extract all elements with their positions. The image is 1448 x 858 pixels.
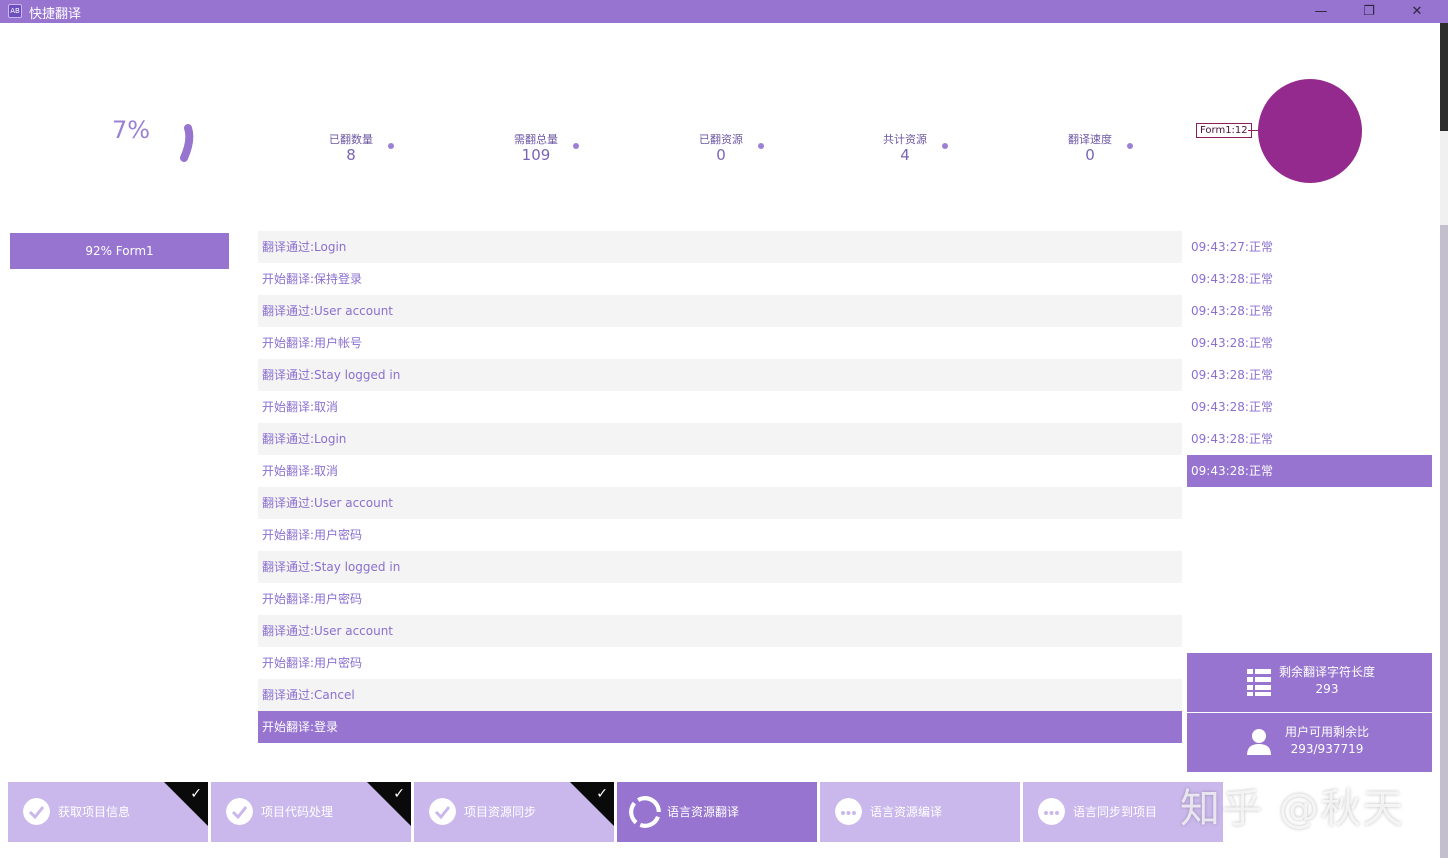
close-button[interactable]: ✕ — [1394, 0, 1440, 23]
stat-translated-count: 已翻数量 8 — [311, 131, 391, 164]
step-label: 语言资源翻译 — [667, 805, 740, 819]
stat-translated-resources: 已翻资源 0 — [681, 131, 761, 164]
step-label: 语言同步到项目 — [1073, 805, 1158, 819]
user-icon — [1247, 729, 1271, 755]
vertical-scrollbar[interactable] — [1440, 23, 1448, 858]
form-tag: Form1:12 — [1196, 123, 1252, 138]
progress-arc — [180, 124, 194, 162]
log-row[interactable]: 开始翻译:用户密码 — [258, 647, 1182, 679]
check-circle-icon — [226, 798, 253, 825]
progress-percent: 7% — [112, 116, 151, 144]
log-row[interactable]: 开始翻译:用户帐号 — [258, 327, 1182, 359]
stat-value: 0 — [716, 146, 726, 164]
step-label: 项目资源同步 — [464, 805, 537, 819]
log-row[interactable]: 翻译通过:Stay logged in — [258, 359, 1182, 391]
restore-button[interactable]: ❐ — [1346, 0, 1392, 23]
stat-dot — [942, 143, 948, 149]
stat-dot — [573, 143, 579, 149]
stat-value: 8 — [346, 146, 356, 164]
time-row[interactable]: 09:43:28:正常 — [1187, 327, 1432, 359]
log-row[interactable]: 开始翻译:取消 — [258, 455, 1182, 487]
log-row[interactable]: 翻译通过:Cancel — [258, 679, 1182, 711]
step-resource-sync[interactable]: 项目资源同步 ✓ — [414, 782, 614, 842]
log-row[interactable]: 翻译通过:Stay logged in — [258, 551, 1182, 583]
stat-total-resources: 共计资源 4 — [865, 131, 945, 164]
more-icon — [835, 798, 862, 825]
step-label: 获取项目信息 — [58, 805, 131, 819]
log-row[interactable]: 翻译通过:Login — [258, 231, 1182, 263]
app-icon: AB — [8, 4, 22, 18]
watermark: 知乎 @秋天 — [1180, 786, 1405, 832]
check-circle-icon — [23, 798, 50, 825]
card-title: 剩余翻译字符长度 — [1278, 665, 1375, 679]
log-row-selected[interactable]: 开始翻译:登录 — [258, 711, 1182, 743]
title-bar: AB 快捷翻译 — ❐ ✕ — [0, 0, 1448, 23]
time-row[interactable]: 09:43:28:正常 — [1187, 263, 1432, 295]
step-label: 语言资源编译 — [870, 805, 943, 819]
stat-total-needed: 需翻总量 109 — [496, 131, 576, 164]
stat-dot — [758, 143, 764, 149]
spinner-icon — [629, 796, 661, 828]
more-icon — [1038, 798, 1065, 825]
step-resource-translate[interactable]: 语言资源翻译 — [617, 782, 817, 842]
time-row[interactable]: 09:43:27:正常 — [1187, 231, 1432, 263]
scrollbar-thumb[interactable] — [1440, 23, 1448, 131]
stat-value: 4 — [900, 146, 910, 164]
stat-label: 共计资源 — [883, 133, 927, 146]
log-row[interactable]: 翻译通过:User account — [258, 615, 1182, 647]
stat-label: 需翻总量 — [514, 133, 558, 146]
card-title: 用户可用剩余比 — [1284, 725, 1369, 739]
card-value: 293/937719 — [1290, 742, 1364, 756]
check-icon: ✓ — [393, 786, 405, 802]
log-row[interactable]: 翻译通过:User account — [258, 295, 1182, 327]
stat-label: 已翻资源 — [699, 133, 743, 146]
log-row[interactable]: 翻译通过:Login — [258, 423, 1182, 455]
translation-log[interactable]: 翻译通过:Login 开始翻译:保持登录 翻译通过:User account 开… — [258, 231, 1182, 743]
stat-value: 109 — [521, 146, 551, 164]
status-time-list[interactable]: 09:43:27:正常 09:43:28:正常 09:43:28:正常 09:4… — [1187, 231, 1432, 487]
log-row[interactable]: 开始翻译:保持登录 — [258, 263, 1182, 295]
status-circle — [1258, 79, 1362, 183]
stat-translation-speed: 翻译速度 0 — [1050, 131, 1130, 164]
stat-label: 已翻数量 — [329, 133, 373, 146]
card-value: 293 — [1315, 682, 1339, 696]
window-title: 快捷翻译 — [29, 7, 82, 22]
time-row-selected[interactable]: 09:43:28:正常 — [1187, 455, 1432, 487]
stat-value: 0 — [1085, 146, 1095, 164]
time-row[interactable]: 09:43:28:正常 — [1187, 359, 1432, 391]
step-resource-compile[interactable]: 语言资源编译 — [820, 782, 1020, 842]
step-project-code[interactable]: 项目代码处理 ✓ — [211, 782, 411, 842]
time-row[interactable]: 09:43:28:正常 — [1187, 295, 1432, 327]
form-progress-box: 92% Form1 — [10, 233, 229, 269]
step-label: 项目代码处理 — [261, 805, 334, 819]
check-icon: ✓ — [190, 786, 202, 802]
log-row[interactable]: 开始翻译:取消 — [258, 391, 1182, 423]
list-icon — [1247, 669, 1271, 696]
user-ratio-card: 用户可用剩余比 293/937719 — [1187, 713, 1432, 772]
stat-label: 翻译速度 — [1068, 133, 1112, 146]
check-icon: ✓ — [596, 786, 608, 802]
minimize-button[interactable]: — — [1298, 0, 1344, 23]
log-row[interactable]: 开始翻译:用户密码 — [258, 519, 1182, 551]
log-row[interactable]: 开始翻译:用户密码 — [258, 583, 1182, 615]
step-get-project-info[interactable]: 获取项目信息 ✓ — [8, 782, 208, 842]
scrollbar-track-lower — [1440, 225, 1448, 858]
time-row[interactable]: 09:43:28:正常 — [1187, 391, 1432, 423]
check-circle-icon — [429, 798, 456, 825]
stat-dot — [388, 143, 394, 149]
time-row[interactable]: 09:43:28:正常 — [1187, 423, 1432, 455]
stat-dot — [1127, 143, 1133, 149]
log-row[interactable]: 翻译通过:User account — [258, 487, 1182, 519]
remaining-chars-card: 剩余翻译字符长度 293 — [1187, 653, 1432, 712]
